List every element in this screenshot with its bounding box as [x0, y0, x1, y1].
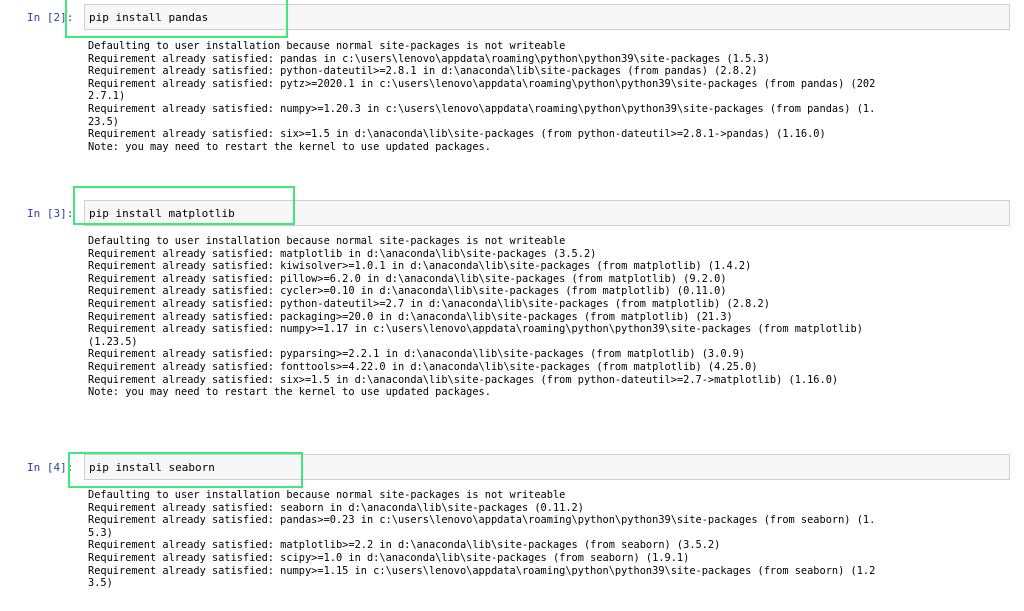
output-line: 3.5): [88, 577, 113, 590]
output-line: Requirement already satisfied: six>=1.5 …: [88, 373, 839, 386]
annotation-highlight-box: [73, 186, 295, 225]
output-line: Requirement already satisfied: seaborn i…: [88, 501, 584, 514]
output-line: Requirement already satisfied: numpy>=1.…: [88, 102, 876, 115]
output-line: Requirement already satisfied: matplotli…: [88, 539, 721, 552]
output-line: Requirement already satisfied: pillow>=6…: [88, 272, 727, 285]
output-line: Requirement already satisfied: pyparsing…: [88, 348, 746, 361]
output-line: Requirement already satisfied: cycler>=0…: [88, 285, 727, 298]
output-line: 2.7.1): [88, 90, 126, 103]
output-line: Requirement already satisfied: scipy>=1.…: [88, 551, 690, 564]
output-line: Defaulting to user installation because …: [88, 489, 566, 501]
output-line: Requirement already satisfied: python-da…: [88, 297, 770, 310]
output-line: 5.3): [88, 526, 113, 539]
output-line: Requirement already satisfied: numpy>=1.…: [88, 564, 876, 577]
cell-output: Defaulting to user installation because …: [88, 40, 1018, 153]
output-line: Requirement already satisfied: numpy>=1.…: [88, 323, 863, 336]
output-line: Requirement already satisfied: fonttools…: [88, 360, 758, 373]
output-line: Requirement already satisfied: pytz>=202…: [88, 77, 876, 90]
output-line: Requirement already satisfied: python-da…: [88, 65, 758, 78]
output-line: Requirement already satisfied: matplotli…: [88, 247, 597, 260]
output-line: Note: you may need to restart the kernel…: [88, 386, 491, 399]
output-line: Requirement already satisfied: six>=1.5 …: [88, 128, 826, 141]
annotation-highlight-box: [68, 452, 303, 488]
cell-output: Defaulting to user installation because …: [88, 235, 1018, 399]
cell-output: Defaulting to user installation because …: [88, 489, 1018, 590]
output-line: (1.23.5): [88, 335, 138, 348]
output-line: Requirement already satisfied: pandas in…: [88, 52, 770, 65]
output-line: Requirement already satisfied: packaging…: [88, 310, 733, 323]
output-line: Defaulting to user installation because …: [88, 40, 566, 52]
annotation-highlight-box: [65, 0, 288, 38]
output-line: Defaulting to user installation because …: [88, 235, 566, 247]
output-line: Note: you may need to restart the kernel…: [88, 140, 491, 153]
output-line: Requirement already satisfied: pandas>=0…: [88, 514, 876, 527]
output-line: 23.5): [88, 115, 119, 128]
output-line: Requirement already satisfied: kiwisolve…: [88, 260, 752, 273]
